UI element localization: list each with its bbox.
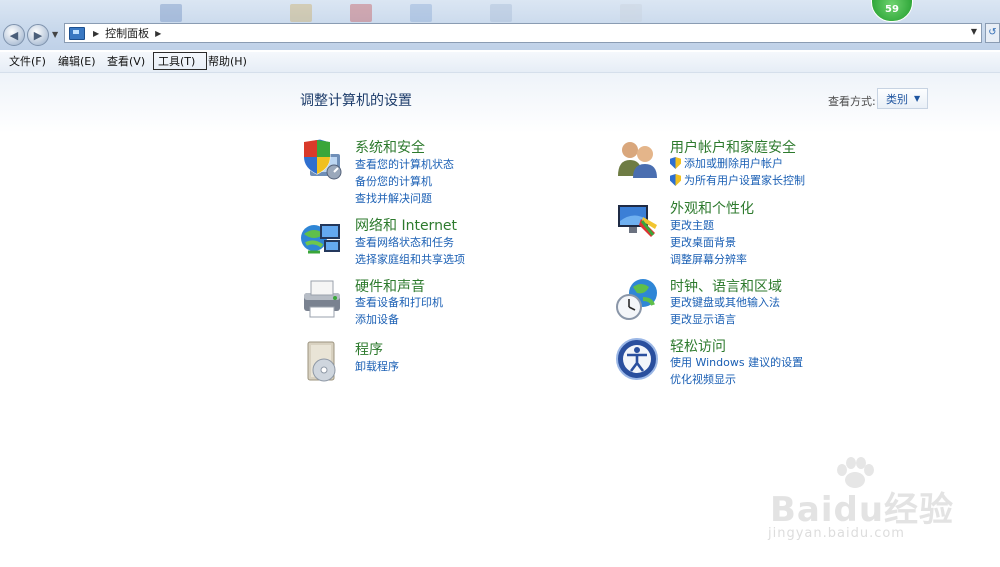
address-bar[interactable]: ▶ 控制面板 ▶ ▼ [64,23,982,43]
category-title[interactable]: 时钟、语言和区域 [670,276,782,296]
link-devices-printers[interactable]: 查看设备和打印机 [355,294,443,310]
printer-icon [304,280,340,318]
link-text: 为所有用户设置家长控制 [684,174,805,187]
link-recommended-settings[interactable]: 使用 Windows 建议的设置 [670,354,803,370]
forward-button[interactable]: ▶ [27,24,49,46]
link-network-status[interactable]: 查看网络状态和任务 [355,234,454,250]
link-backup-computer[interactable]: 备份您的计算机 [355,173,432,189]
category-title[interactable]: 轻松访问 [670,336,726,356]
category-title[interactable]: 外观和个性化 [670,198,754,218]
link-uninstall-program[interactable]: 卸载程序 [355,358,399,374]
refresh-button[interactable]: ↺ [985,23,1000,43]
link-add-device[interactable]: 添加设备 [355,311,399,327]
users-icon [618,142,657,178]
recent-pages-dropdown[interactable]: ▼ [52,30,58,39]
ease-of-access-icon [616,338,658,380]
chevron-down-icon: ▼ [914,94,921,103]
notification-badge[interactable]: 59 [871,0,913,22]
refresh-icon: ↺ [988,27,997,38]
view-by-dropdown[interactable]: 类别 ▼ [877,88,928,109]
link-view-computer-status[interactable]: 查看您的计算机状态 [355,156,454,172]
menu-view[interactable]: 查看(V) [105,54,147,70]
category-title[interactable]: 程序 [355,339,383,359]
menu-bar: 文件(F) 编辑(E) 查看(V) 工具(T) 帮助(H) [0,52,1000,73]
uac-shield-icon [670,174,681,186]
menu-edit[interactable]: 编辑(E) [56,54,98,70]
view-by-value: 类别 [886,92,908,106]
breadcrumb-separator-icon[interactable]: ▶ [93,29,99,38]
category-title[interactable]: 网络和 Internet [355,215,457,235]
menu-tools[interactable]: 工具(T) [153,52,207,70]
address-dropdown-icon[interactable]: ▼ [971,27,977,36]
arrow-left-icon: ◀ [9,28,19,42]
view-by-label: 查看方式: [828,95,876,108]
link-parental-controls[interactable]: 为所有用户设置家长控制 [670,172,805,188]
breadcrumb-control-panel[interactable]: 控制面板 [105,25,149,41]
link-screen-resolution[interactable]: 调整屏幕分辨率 [670,251,747,267]
uac-shield-icon [670,157,681,169]
menu-file[interactable]: 文件(F) [7,54,48,70]
programs-disc-icon [307,341,336,382]
baidu-watermark: Baidu经验 jingyan.baidu.com [760,450,960,550]
background-taskbar-ghost [160,0,720,24]
page-title: 调整计算机的设置 [300,93,412,109]
link-change-theme[interactable]: 更改主题 [670,217,714,233]
watermark-url: jingyan.baidu.com [768,526,905,541]
category-title[interactable]: 用户帐户和家庭安全 [670,137,796,157]
link-display-language[interactable]: 更改显示语言 [670,311,736,327]
link-homegroup-sharing[interactable]: 选择家庭组和共享选项 [355,251,465,267]
shield-computer-icon [303,138,342,180]
back-button[interactable]: ◀ [3,24,25,46]
link-add-remove-accounts[interactable]: 添加或删除用户帐户 [670,155,783,171]
arrow-right-icon: ▶ [33,28,43,42]
menu-help[interactable]: 帮助(H) [206,54,249,70]
link-optimize-display[interactable]: 优化视频显示 [670,371,736,387]
link-text: 添加或删除用户帐户 [684,157,783,170]
category-title[interactable]: 系统和安全 [355,137,425,157]
link-keyboard-input[interactable]: 更改键盘或其他输入法 [670,294,780,310]
network-globe-icon [301,224,340,254]
watermark-brand: Baidu经验 [770,490,955,530]
monitor-palette-icon [618,205,657,237]
clock-globe-icon [616,279,657,320]
title-bar: 59 ◀ ▶ ▼ ▶ 控制面板 ▶ ▼ ↺ [0,0,1000,50]
control-panel-icon [69,26,85,40]
category-title[interactable]: 硬件和声音 [355,276,425,296]
breadcrumb-chevron-icon[interactable]: ▶ [155,29,161,38]
link-troubleshoot[interactable]: 查找并解决问题 [355,190,432,206]
link-desktop-background[interactable]: 更改桌面背景 [670,234,736,250]
